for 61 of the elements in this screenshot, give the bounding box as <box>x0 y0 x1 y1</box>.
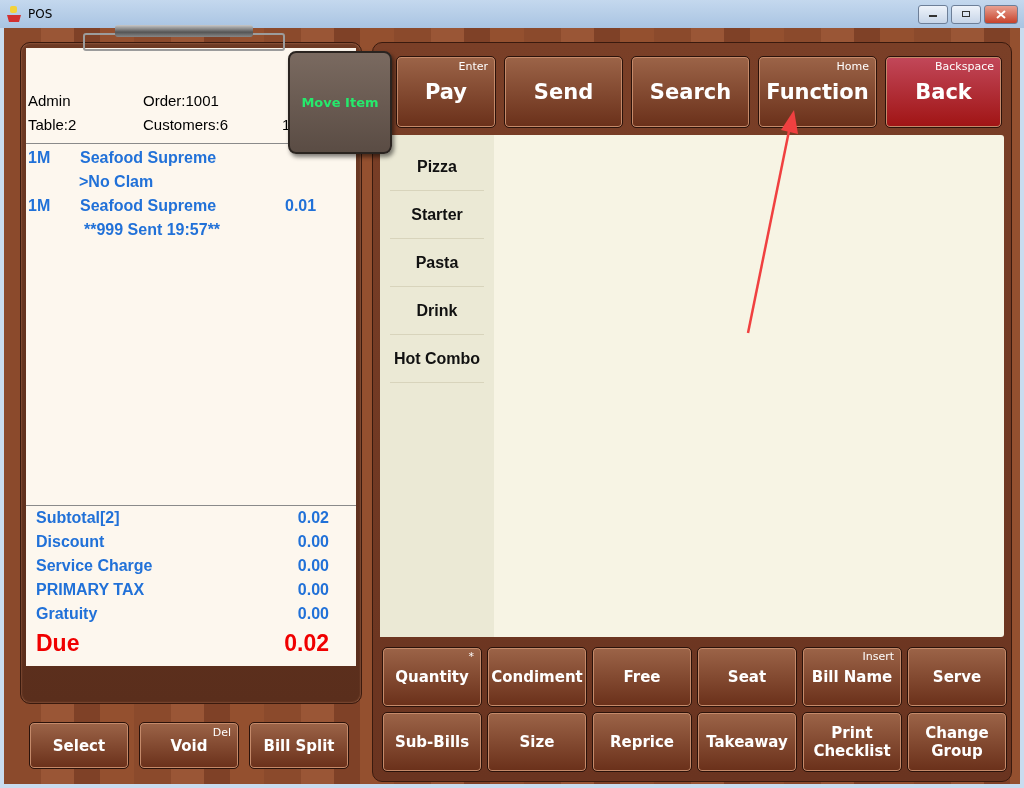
hotkey-label: Del <box>212 726 231 739</box>
item-name: Seafood Supreme <box>80 149 218 167</box>
order-info: Table:2 <box>28 115 78 133</box>
total-label: Gratuity <box>36 605 98 623</box>
modifier-text: >No Clam <box>78 173 154 191</box>
minimize-button[interactable] <box>918 4 948 24</box>
function-button[interactable]: Reprice <box>592 712 692 772</box>
sent-note: **999 Sent 19:57** <box>83 221 221 239</box>
function-button[interactable]: Free <box>592 647 692 707</box>
function-button[interactable]: Condiment <box>487 647 587 707</box>
item-name: Seafood Supreme <box>80 197 218 215</box>
function-button[interactable]: Size <box>487 712 587 772</box>
total-label: PRIMARY TAX <box>36 581 145 599</box>
total-value: 0.00 <box>297 533 329 551</box>
order-info: Order:1001 <box>143 91 220 109</box>
category-item[interactable]: Starter <box>390 191 484 239</box>
total-label: Service Charge <box>36 557 153 575</box>
close-button[interactable] <box>984 4 1018 24</box>
total-value: 0.00 <box>297 581 329 599</box>
window-title: POS <box>28 7 54 21</box>
order-button[interactable]: Bill Split <box>249 722 349 769</box>
total-value: 0.02 <box>297 509 329 527</box>
category-item[interactable]: Hot Combo <box>390 335 484 383</box>
order-info: Customers:6 <box>143 115 230 133</box>
hotkey-label: Home <box>836 60 869 73</box>
function-button[interactable]: Serve <box>907 647 1007 707</box>
due-amount: 0.02 <box>284 629 329 657</box>
action-button[interactable]: Search <box>631 56 750 128</box>
move-item-button[interactable]: Move Item <box>288 51 392 154</box>
total-label: Discount <box>36 533 105 551</box>
hotkey-label: Enter <box>458 60 488 73</box>
category-item[interactable]: Drink <box>390 287 484 335</box>
function-button[interactable]: Takeaway <box>697 712 797 772</box>
total-value: 0.00 <box>297 557 329 575</box>
maximize-button[interactable] <box>951 4 981 24</box>
function-button[interactable]: * Quantity <box>382 647 482 707</box>
order-button[interactable]: Select <box>29 722 129 769</box>
hotkey-label: Insert <box>862 650 894 663</box>
item-price: 0.01 <box>285 197 317 215</box>
total-value: 0.00 <box>297 605 329 623</box>
action-button[interactable]: Backspace Back <box>885 56 1002 128</box>
item-quantity: 1M <box>27 197 52 215</box>
due-label: Due <box>36 629 80 657</box>
hotkey-label: * <box>468 650 474 663</box>
order-info: Admin <box>28 91 72 109</box>
hotkey-label: Backspace <box>935 60 994 73</box>
maximize-icon <box>961 10 971 18</box>
action-button[interactable]: Enter Pay <box>396 56 496 128</box>
function-button[interactable]: Seat <box>697 647 797 707</box>
action-button[interactable]: Send <box>504 56 623 128</box>
item-quantity: 1M <box>27 149 52 167</box>
app-icon <box>6 5 22 23</box>
function-button[interactable]: Change Group <box>907 712 1007 772</box>
action-button[interactable]: Home Function <box>758 56 877 128</box>
order-button[interactable]: Del Void <box>139 722 239 769</box>
function-button[interactable]: Print Checklist <box>802 712 902 772</box>
category-item[interactable]: Pasta <box>390 239 484 287</box>
function-button[interactable]: Sub-Bills <box>382 712 482 772</box>
total-label: Subtotal[2] <box>36 509 120 527</box>
close-icon <box>996 9 1006 19</box>
function-button[interactable]: Insert Bill Name <box>802 647 902 707</box>
